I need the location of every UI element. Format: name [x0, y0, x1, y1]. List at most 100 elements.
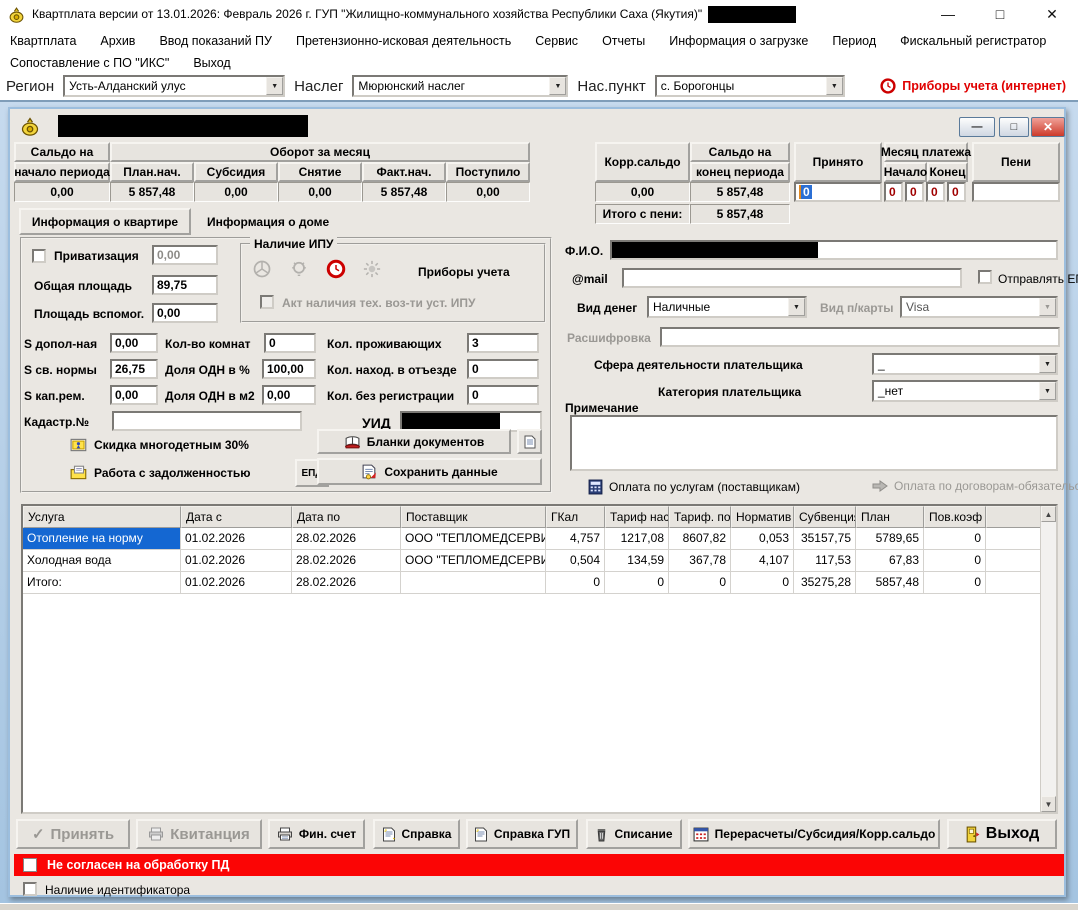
- scroll-down-icon[interactable]: ▼: [1041, 796, 1056, 812]
- payer-category-dropdown-icon[interactable]: ▼: [1039, 382, 1056, 400]
- minimize-button[interactable]: —: [922, 0, 974, 28]
- close-button[interactable]: ✕: [1026, 0, 1078, 28]
- col-tarif-post[interactable]: Тариф. пост: [669, 506, 731, 528]
- fio-input[interactable]: [610, 240, 1058, 260]
- payer-category-combobox[interactable]: _нет ▼: [872, 380, 1058, 402]
- spravka-gup-button[interactable]: Справка ГУП: [466, 819, 578, 849]
- s-norm-input[interactable]: 26,75: [110, 359, 158, 379]
- accepted-input[interactable]: 0: [794, 182, 882, 202]
- residents-input[interactable]: 3: [467, 333, 539, 353]
- menu-fiskalny-registrator[interactable]: Фискальный регистратор: [900, 34, 1046, 48]
- cell[interactable]: 28.02.2026: [292, 572, 401, 594]
- menu-vyhod[interactable]: Выход: [193, 56, 230, 70]
- away-input[interactable]: 0: [467, 359, 539, 379]
- col-data-s[interactable]: Дата с: [181, 506, 292, 528]
- consent-checkbox[interactable]: [23, 858, 37, 872]
- aux-area-input[interactable]: 0,00: [152, 303, 218, 323]
- money-type-dropdown-icon[interactable]: ▼: [788, 298, 805, 316]
- cell[interactable]: [401, 572, 546, 594]
- col-tarif-nas[interactable]: Тариф нас.: [605, 506, 669, 528]
- spravka-button[interactable]: Справка: [373, 819, 460, 849]
- cell[interactable]: ООО "ТЕПЛОМЕДСЕРВИ: [401, 550, 546, 572]
- month-start-2-input[interactable]: 0: [905, 182, 924, 202]
- peni-input[interactable]: [972, 182, 1060, 202]
- money-type-combobox[interactable]: Наличные ▼: [647, 296, 807, 318]
- menu-kvartplata[interactable]: Квартплата: [10, 34, 76, 48]
- exit-button[interactable]: Выход: [947, 819, 1057, 849]
- save-data-button[interactable]: Сохранить данные: [317, 458, 542, 485]
- tab-apartment-info[interactable]: Информация о квартире: [19, 208, 191, 235]
- col-normativ[interactable]: Норматив: [731, 506, 794, 528]
- col-gkal[interactable]: ГКал: [546, 506, 605, 528]
- menu-informaciya-o-zagruzke[interactable]: Информация о загрузке: [669, 34, 808, 48]
- cell[interactable]: 0: [924, 528, 986, 550]
- cell[interactable]: 01.02.2026: [181, 550, 292, 572]
- unregistered-input[interactable]: 0: [467, 385, 539, 405]
- odn-m2-input[interactable]: 0,00: [262, 385, 316, 405]
- menu-pretenzionno[interactable]: Претензионно-исковая деятельность: [296, 34, 511, 48]
- maximize-button[interactable]: □: [974, 0, 1026, 28]
- cell[interactable]: 01.02.2026: [181, 572, 292, 594]
- cell[interactable]: 0: [669, 572, 731, 594]
- child-minimize-button[interactable]: —: [959, 117, 995, 137]
- menu-arhiv[interactable]: Архив: [100, 34, 135, 48]
- cadastre-input[interactable]: [112, 411, 302, 431]
- document-blanks-button[interactable]: Бланки документов: [317, 429, 511, 454]
- recalc-subsidy-button[interactable]: Перерасчеты/Субсидия/Корр.сальдо: [688, 819, 940, 849]
- month-end-2-input[interactable]: 0: [947, 182, 966, 202]
- cell[interactable]: 5857,48: [856, 572, 924, 594]
- cell[interactable]: 28.02.2026: [292, 550, 401, 572]
- s-dop-input[interactable]: 0,00: [110, 333, 158, 353]
- tab-house-info[interactable]: Информация о доме: [207, 208, 367, 235]
- total-area-input[interactable]: 89,75: [152, 275, 218, 295]
- col-data-po[interactable]: Дата по: [292, 506, 401, 528]
- cell[interactable]: 367,78: [669, 550, 731, 572]
- nasleg-dropdown-icon[interactable]: ▼: [549, 77, 566, 95]
- meters-internet-link[interactable]: Приборы учета (интернет): [880, 78, 1072, 94]
- month-end-1-input[interactable]: 0: [926, 182, 945, 202]
- cell[interactable]: 0,504: [546, 550, 605, 572]
- s-kap-input[interactable]: 0,00: [110, 385, 158, 405]
- cell[interactable]: 0: [605, 572, 669, 594]
- region-dropdown-icon[interactable]: ▼: [266, 77, 283, 95]
- payer-sphere-combobox[interactable]: _ ▼: [872, 353, 1058, 375]
- naspunkt-combobox[interactable]: с. Борогонцы ▼: [655, 75, 845, 97]
- privatization-checkbox[interactable]: [32, 249, 46, 263]
- cell-service[interactable]: Отопление на норму: [23, 528, 181, 550]
- col-plan[interactable]: План: [856, 506, 924, 528]
- grid-row-cold-water[interactable]: Холодная вода 01.02.2026 28.02.2026 ООО …: [23, 550, 1056, 572]
- menu-vvod-pokazaniy[interactable]: Ввод показаний ПУ: [159, 34, 272, 48]
- services-grid[interactable]: Услуга Дата с Дата по Поставщик ГКал Тар…: [21, 504, 1058, 814]
- cell[interactable]: 35275,28: [794, 572, 856, 594]
- note-textarea[interactable]: [570, 415, 1058, 471]
- single-blank-button[interactable]: [517, 429, 542, 454]
- grid-scrollbar[interactable]: ▲ ▼: [1040, 506, 1056, 812]
- mail-input[interactable]: [622, 268, 962, 288]
- naspunkt-dropdown-icon[interactable]: ▼: [826, 77, 843, 95]
- cell[interactable]: 28.02.2026: [292, 528, 401, 550]
- rooms-input[interactable]: 0: [264, 333, 316, 353]
- col-postavshchik[interactable]: Поставщик: [401, 506, 546, 528]
- menu-servis[interactable]: Сервис: [535, 34, 578, 48]
- col-usluga[interactable]: Услуга: [23, 506, 181, 528]
- payer-sphere-dropdown-icon[interactable]: ▼: [1039, 355, 1056, 373]
- menu-period[interactable]: Период: [832, 34, 876, 48]
- identifier-checkbox[interactable]: [23, 882, 37, 896]
- debt-work-link[interactable]: Работа с задолженностью: [70, 465, 250, 481]
- month-start-1-input[interactable]: 0: [884, 182, 903, 202]
- cell[interactable]: ООО "ТЕПЛОМЕДСЕРВИ: [401, 528, 546, 550]
- grid-row-heating[interactable]: Отопление на норму 01.02.2026 28.02.2026…: [23, 528, 1056, 550]
- cell[interactable]: 67,83: [856, 550, 924, 572]
- cell[interactable]: 117,53: [794, 550, 856, 572]
- cell-service[interactable]: Итого:: [23, 572, 181, 594]
- cell[interactable]: 01.02.2026: [181, 528, 292, 550]
- cell[interactable]: 0: [924, 572, 986, 594]
- odn-pct-input[interactable]: 100,00: [262, 359, 316, 379]
- scroll-up-icon[interactable]: ▲: [1041, 506, 1056, 522]
- child-close-button[interactable]: ✕: [1031, 117, 1065, 137]
- grid-row-total[interactable]: Итого: 01.02.2026 28.02.2026 0 0 0 0 352…: [23, 572, 1056, 594]
- cell[interactable]: 0: [924, 550, 986, 572]
- cell[interactable]: 4,757: [546, 528, 605, 550]
- cell-service[interactable]: Холодная вода: [23, 550, 181, 572]
- cell[interactable]: 0,053: [731, 528, 794, 550]
